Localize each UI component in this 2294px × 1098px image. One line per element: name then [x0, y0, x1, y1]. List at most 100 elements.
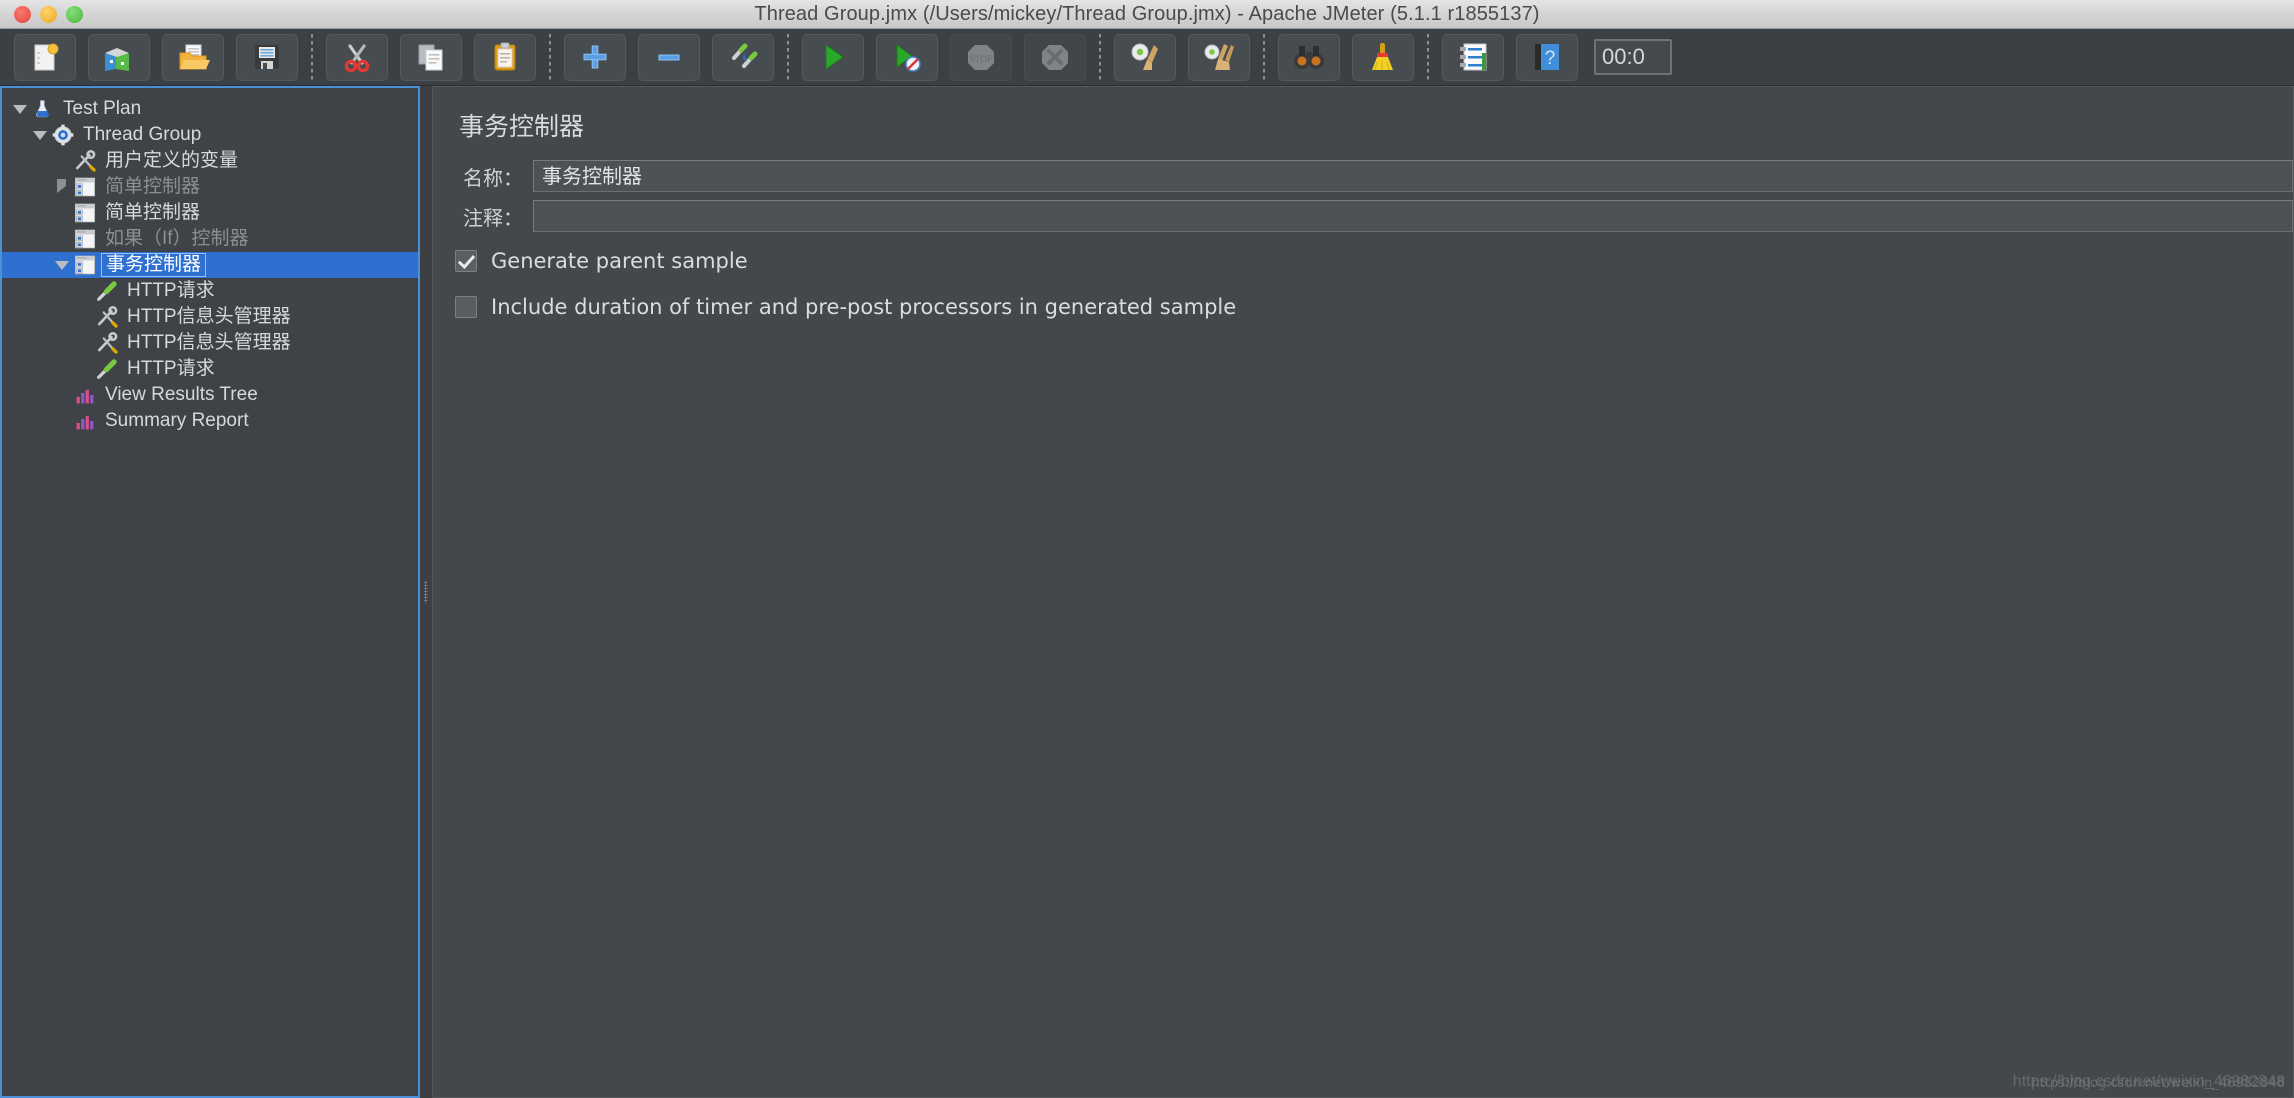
watermark-line-2: https://blog.csdn.net/weixin_46982848 [2012, 1073, 2285, 1090]
tree-item-6[interactable]: 事务控制器 [2, 252, 418, 278]
tree-twisty-spacer [74, 278, 94, 304]
tree-twisty-spacer [52, 200, 72, 226]
help-button[interactable]: ? [1516, 33, 1578, 81]
search-button[interactable] [1278, 33, 1340, 81]
gear-brooms-icon [1202, 40, 1236, 74]
tree-item-1[interactable]: Thread Group [2, 122, 418, 148]
collapse-all-button[interactable] [638, 33, 700, 81]
copy-button[interactable] [400, 33, 462, 81]
tree-item-5[interactable]: 如果（If）控制器 [2, 226, 418, 252]
chevron-right-icon[interactable] [52, 174, 72, 200]
wrench-screwdriver-icon [72, 149, 98, 173]
save-button[interactable] [236, 33, 298, 81]
controller-icon [72, 253, 98, 277]
flask-icon [30, 97, 56, 121]
open-button[interactable] [162, 33, 224, 81]
controller-icon [72, 175, 98, 199]
yellow-broom-icon [1366, 40, 1400, 74]
tree-item-7[interactable]: HTTP请求 [2, 278, 418, 304]
window-title: Thread Group.jmx (/Users/mickey/Thread G… [754, 2, 1540, 25]
generate-parent-sample-label: Generate parent sample [491, 249, 748, 273]
tree-item-10[interactable]: HTTP请求 [2, 356, 418, 382]
minimize-window-button[interactable] [40, 5, 57, 23]
tree-twisty-spacer [52, 148, 72, 174]
controller-icon [72, 201, 98, 225]
svg-text:STOP: STOP [969, 54, 993, 64]
tree-item-11[interactable]: View Results Tree [2, 382, 418, 408]
include-duration-checkbox[interactable] [455, 296, 477, 318]
cut-button[interactable] [326, 33, 388, 81]
tree-item-label: 用户定义的变量 [105, 150, 239, 171]
separator-4 [1099, 33, 1101, 81]
new-document-icon [28, 40, 62, 74]
include-duration-row[interactable]: Include duration of timer and pre-post p… [455, 289, 2293, 325]
toggle-pencils-icon [726, 40, 760, 74]
floppy-disk-icon [250, 40, 284, 74]
templates-button[interactable] [88, 33, 150, 81]
name-field[interactable]: 事务控制器 [533, 160, 2293, 192]
chevron-down-icon[interactable] [10, 96, 30, 122]
comment-row: 注释： [455, 199, 2293, 233]
chevron-down-icon[interactable] [52, 252, 72, 278]
green-play-no-pause-icon [890, 40, 924, 74]
tree-item-label: HTTP信息头管理器 [127, 306, 291, 327]
open-folder-icon [176, 40, 210, 74]
svg-text:?: ? [1545, 48, 1556, 69]
function-helper-button[interactable] [1442, 33, 1504, 81]
tree-twisty-spacer [52, 226, 72, 252]
separator-6 [1427, 33, 1429, 81]
tree-item-8[interactable]: HTTP信息头管理器 [2, 304, 418, 330]
tree-twisty-spacer [74, 330, 94, 356]
clear-button[interactable] [1114, 33, 1176, 81]
start-no-pauses-button[interactable] [876, 33, 938, 81]
gear-thread-icon [50, 123, 76, 147]
tree-item-label: View Results Tree [105, 384, 258, 405]
wrench-screwdriver-icon [94, 331, 120, 355]
tree-item-label: 如果（If）控制器 [105, 228, 249, 249]
tree-twisty-spacer [74, 356, 94, 382]
test-plan-tree[interactable]: Test Plan Thread Group 用户定义的变量 简单控制器 简单控制器 如果… [2, 88, 418, 434]
new-test-plan-button[interactable] [14, 33, 76, 81]
templates-books-icon [102, 40, 136, 74]
stop-button: STOP [950, 33, 1012, 81]
paste-button[interactable] [474, 33, 536, 81]
generate-parent-sample-checkbox[interactable] [455, 250, 477, 272]
results-tree-icon [72, 409, 98, 433]
tree-item-3[interactable]: 简单控制器 [2, 174, 418, 200]
expand-all-button[interactable] [564, 33, 626, 81]
tree-item-label: Test Plan [63, 98, 142, 119]
generate-parent-sample-row[interactable]: Generate parent sample [455, 243, 2293, 279]
zoom-window-button[interactable] [66, 5, 83, 23]
reset-search-button[interactable] [1352, 33, 1414, 81]
tree-item-0[interactable]: Test Plan [2, 96, 418, 122]
shutdown-button [1024, 33, 1086, 81]
close-window-button[interactable] [14, 5, 31, 23]
toggle-button[interactable] [712, 33, 774, 81]
clear-all-button[interactable] [1188, 33, 1250, 81]
comment-field[interactable] [533, 200, 2293, 232]
shutdown-x-icon [1038, 40, 1072, 74]
window-controls [14, 0, 83, 28]
tree-item-9[interactable]: HTTP信息头管理器 [2, 330, 418, 356]
comment-label: 注释： [463, 205, 523, 230]
tree-item-2[interactable]: 用户定义的变量 [2, 148, 418, 174]
watermark-text-overlay: https://blog.csdn.net/weixin_46982848 [2013, 1073, 2285, 1091]
copy-pages-icon [414, 40, 448, 74]
config-form: 名称： 事务控制器 注释： [455, 159, 2293, 233]
divider-grip-icon [424, 581, 428, 603]
tree-item-4[interactable]: 简单控制器 [2, 200, 418, 226]
stop-sign-icon: STOP [964, 40, 998, 74]
name-label: 名称： [463, 165, 523, 190]
binoculars-icon [1292, 40, 1326, 74]
tree-twisty-spacer [52, 408, 72, 434]
start-button[interactable] [802, 33, 864, 81]
test-plan-tree-panel[interactable]: Test Plan Thread Group 用户定义的变量 简单控制器 简单控制器 如果… [0, 86, 420, 1098]
tree-item-12[interactable]: Summary Report [2, 408, 418, 434]
title-bar: Thread Group.jmx (/Users/mickey/Thread G… [0, 0, 2294, 29]
chevron-down-icon[interactable] [30, 122, 50, 148]
jmeter-window: Thread Group.jmx (/Users/mickey/Thread G… [0, 0, 2294, 1098]
workspace: Test Plan Thread Group 用户定义的变量 简单控制器 简单控制器 如果… [0, 86, 2294, 1098]
tree-twisty-spacer [74, 304, 94, 330]
minus-icon [652, 40, 686, 74]
split-pane-divider[interactable] [420, 86, 432, 1098]
